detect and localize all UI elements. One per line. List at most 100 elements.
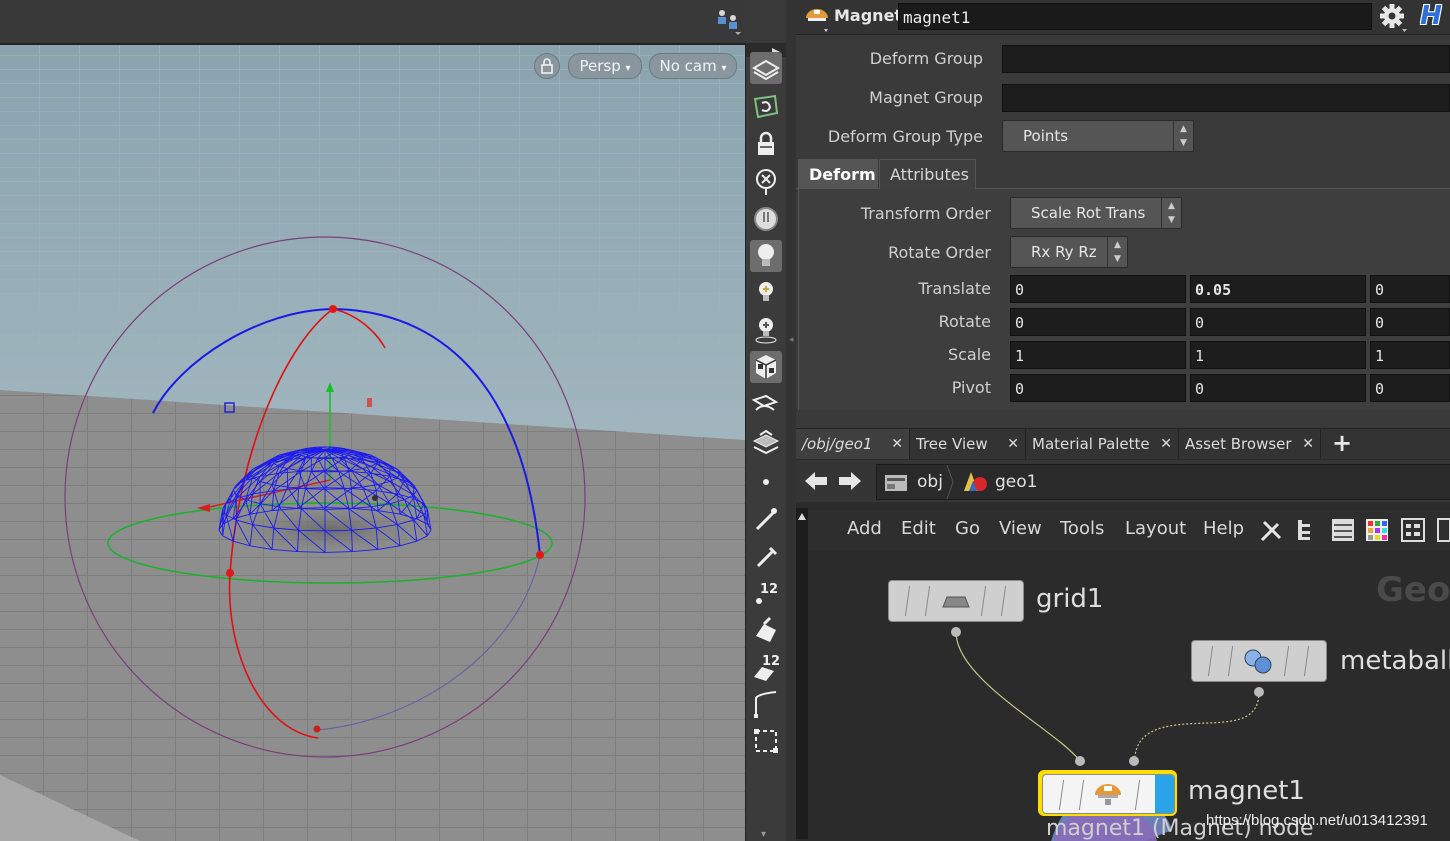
perspective-menu[interactable]: Persp ▾: [568, 53, 642, 79]
node-grid1[interactable]: [888, 580, 1024, 622]
render-region-icon[interactable]: [750, 427, 782, 459]
grid-select-icon[interactable]: [750, 725, 782, 757]
add-light-2-icon[interactable]: [750, 314, 782, 346]
shelf-scroll-down-icon[interactable]: ▾: [761, 829, 766, 840]
shape-palette-icon[interactable]: [1401, 518, 1425, 542]
add-tab-button[interactable]: +: [1332, 429, 1352, 457]
color-palette-icon[interactable]: [1366, 519, 1388, 541]
pivot-z-field[interactable]: 0: [1370, 374, 1450, 402]
tab-asset-browser[interactable]: Asset Browser ✕: [1179, 429, 1321, 459]
scale-y-field[interactable]: 1: [1190, 341, 1366, 369]
tab-material-palette[interactable]: Material Palette ✕: [1026, 429, 1179, 459]
menu-help[interactable]: Help: [1203, 518, 1244, 539]
tab-attributes[interactable]: Attributes: [879, 159, 976, 189]
tree-list-icon[interactable]: [1298, 520, 1310, 540]
network-tab-bar: /obj/geo1 ✕ Tree View ✕ Material Palette ✕ …: [796, 428, 1450, 459]
pivot-x-field[interactable]: 0: [1010, 374, 1186, 402]
shaded-cube-icon[interactable]: [750, 351, 782, 383]
brush-icon[interactable]: [750, 614, 782, 646]
deform-group-type-value: Points: [1023, 127, 1069, 145]
pen-icon[interactable]: [750, 540, 782, 572]
scene-viewport[interactable]: ?: [0, 0, 745, 841]
persp-label: Persp: [579, 57, 621, 75]
twelve-a-icon[interactable]: 12: [750, 577, 782, 609]
tab-deform[interactable]: Deform: [798, 159, 878, 189]
rotate-y-field[interactable]: 0: [1190, 308, 1366, 336]
rotate-order-value: Rx Ry Rz: [1031, 243, 1097, 261]
wrench-icon[interactable]: [1260, 520, 1282, 542]
select-icon[interactable]: [750, 52, 782, 84]
translate-label: Translate: [918, 279, 991, 298]
pane-splitter[interactable]: ◂: [786, 0, 796, 841]
translate-x-field[interactable]: 0: [1010, 275, 1186, 303]
obj-context-icon: [885, 475, 907, 491]
translate-z-field[interactable]: 0: [1370, 275, 1450, 303]
view-icon[interactable]: [750, 91, 782, 123]
metaball-output-port[interactable]: [1254, 687, 1264, 697]
viewport-lock-button[interactable]: [534, 53, 560, 79]
light-bulb-icon[interactable]: [750, 240, 782, 272]
tab-obj-geo1[interactable]: /obj/geo1 ✕: [796, 429, 910, 459]
menu-layout[interactable]: Layout: [1125, 518, 1186, 539]
node-label-metaball: metaball: [1340, 646, 1450, 676]
scale-x-field[interactable]: 1: [1010, 341, 1186, 369]
breadcrumb-obj[interactable]: obj: [917, 472, 943, 492]
display-options-icon[interactable]: [715, 6, 741, 36]
deform-group-type-menu[interactable]: Points ▲ ▼: [1002, 120, 1194, 152]
close-icon[interactable]: ✕: [1302, 429, 1314, 459]
more-tools-icon[interactable]: [1437, 518, 1450, 542]
scale-z-field[interactable]: 1: [1370, 341, 1450, 369]
node-magnet1[interactable]: [1042, 774, 1175, 814]
close-icon[interactable]: ✕: [1160, 429, 1172, 459]
rotate-label: Rotate: [938, 312, 991, 331]
render-icon[interactable]: [750, 390, 782, 422]
menu-tools[interactable]: Tools: [1060, 518, 1104, 539]
menu-go[interactable]: Go: [955, 518, 980, 539]
menu-view[interactable]: View: [999, 518, 1042, 539]
rotate-order-menu[interactable]: Rx Ry Rz ▲ ▼: [1010, 236, 1128, 268]
translate-y-field[interactable]: 0.05: [1190, 275, 1366, 303]
tab-tree-view-label: Tree View: [916, 435, 988, 453]
curve-icon[interactable]: [750, 688, 782, 720]
rotate-x-field[interactable]: 0: [1010, 308, 1186, 336]
deform-group-field[interactable]: [1002, 45, 1450, 73]
list-view-icon[interactable]: [1332, 519, 1354, 541]
add-light-icon[interactable]: [750, 277, 782, 309]
transform-order-menu[interactable]: Scale Rot Trans ▲ ▼: [1010, 197, 1182, 229]
pivot-label: Pivot: [951, 378, 991, 397]
magnet-group-label: Magnet Group: [869, 88, 983, 107]
node-metaball[interactable]: [1191, 640, 1327, 682]
close-icon[interactable]: ✕: [891, 429, 903, 459]
display-flag[interactable]: [1155, 775, 1174, 813]
snap-icon[interactable]: [750, 166, 782, 198]
3d-scene: [0, 45, 745, 841]
pivot-y-field[interactable]: 0: [1190, 374, 1366, 402]
forward-arrow-icon[interactable]: [836, 468, 864, 494]
tab-tree-view[interactable]: Tree View ✕: [910, 429, 1026, 459]
camera-icon[interactable]: [750, 203, 782, 235]
lock-icon[interactable]: [750, 128, 782, 160]
viewport-toolbar: ?: [0, 0, 745, 45]
pane-divider[interactable]: [796, 420, 1450, 431]
magnet1-input-port-2[interactable]: [1129, 756, 1139, 766]
node-name-field[interactable]: magnet1: [898, 3, 1372, 30]
close-icon[interactable]: ✕: [1007, 429, 1019, 459]
metaball-node-icon: [1244, 649, 1272, 674]
magnet-group-field[interactable]: [1002, 84, 1450, 112]
transform-order-label: Transform Order: [860, 204, 991, 223]
deform-group-label: Deform Group: [869, 49, 983, 68]
point-icon[interactable]: [750, 466, 782, 498]
rotate-z-field[interactable]: 0: [1370, 308, 1450, 336]
menu-add[interactable]: Add: [847, 518, 882, 539]
grid1-output-port[interactable]: [951, 627, 961, 637]
breadcrumb-geo1[interactable]: geo1: [995, 472, 1037, 492]
paint-icon[interactable]: [750, 503, 782, 535]
magnet1-input-port-1[interactable]: [1075, 756, 1085, 766]
camera-menu[interactable]: No cam ▾: [649, 53, 737, 79]
menu-arrows-icon: ▲ ▼: [1173, 121, 1193, 151]
transform-order-value: Scale Rot Trans: [1031, 204, 1146, 222]
menu-edit[interactable]: Edit: [901, 518, 936, 539]
back-arrow-icon[interactable]: [802, 468, 830, 494]
twelve-b-icon[interactable]: 12: [750, 651, 782, 683]
gear-icon[interactable]: [1378, 2, 1408, 32]
